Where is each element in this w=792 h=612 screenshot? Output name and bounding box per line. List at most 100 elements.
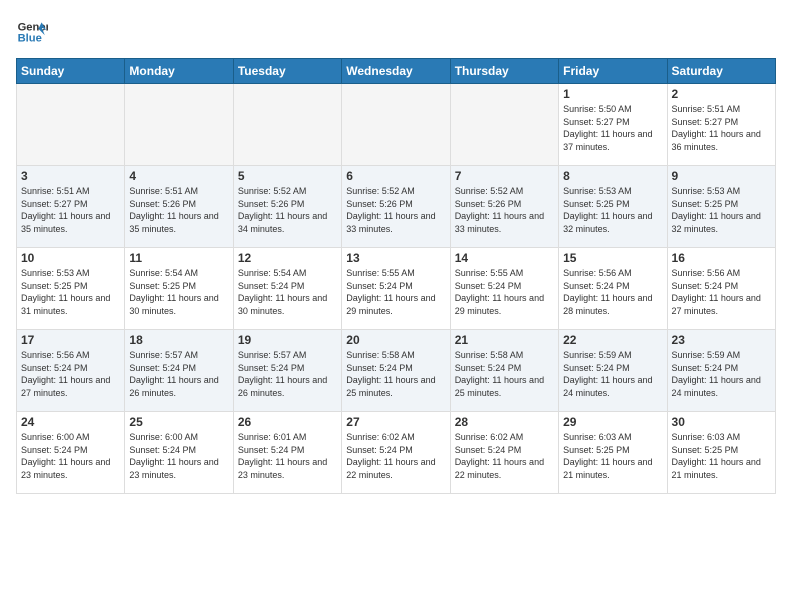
week-row-3: 10 Sunrise: 5:53 AM Sunset: 5:25 PM Dayli…: [17, 248, 776, 330]
calendar-cell: 14 Sunrise: 5:55 AM Sunset: 5:24 PM Dayli…: [450, 248, 558, 330]
day-info: Sunrise: 5:55 AM Sunset: 5:24 PM Dayligh…: [346, 267, 445, 317]
calendar-cell: [450, 84, 558, 166]
day-number: 24: [21, 415, 120, 429]
svg-text:Blue: Blue: [18, 33, 42, 45]
calendar-cell: 13Sunrise: 5:55 AM Sunset: 5:24 PM Dayli…: [342, 248, 450, 330]
day-number: 21: [455, 333, 554, 347]
calendar-cell: 25 Sunrise: 6:00 AM Sunset: 5:24 PM Dayli…: [125, 412, 233, 494]
day-info: Sunrise: 6:03 AM Sunset: 5:25 PM Dayligh…: [672, 431, 771, 481]
day-info: Sunrise: 5:58 AM Sunset: 5:24 PM Dayligh…: [455, 349, 554, 399]
day-info: Sunrise: 5:53 AM Sunset: 5:25 PM Dayligh…: [672, 185, 771, 235]
day-info: Sunrise: 6:02 AM Sunset: 5:24 PM Dayligh…: [455, 431, 554, 481]
weekday-header-row: SundayMondayTuesdayWednesdayThursdayFrid…: [17, 59, 776, 84]
day-info: Sunrise: 5:51 AM Sunset: 5:27 PM Dayligh…: [672, 103, 771, 153]
day-info: Sunrise: 5:57 AM Sunset: 5:24 PM Dayligh…: [238, 349, 337, 399]
calendar-cell: 19Sunrise: 5:57 AM Sunset: 5:24 PM Dayli…: [233, 330, 341, 412]
day-number: 7: [455, 169, 554, 183]
day-info: Sunrise: 5:52 AM Sunset: 5:26 PM Dayligh…: [455, 185, 554, 235]
calendar-cell: 8 Sunrise: 5:53 AM Sunset: 5:25 PM Daylig…: [559, 166, 667, 248]
day-number: 8: [563, 169, 662, 183]
weekday-header-friday: Friday: [559, 59, 667, 84]
calendar-cell: 9 Sunrise: 5:53 AM Sunset: 5:25 PM Daylig…: [667, 166, 775, 248]
calendar-cell: 27 Sunrise: 6:02 AM Sunset: 5:24 PM Dayli…: [342, 412, 450, 494]
week-row-5: 24 Sunrise: 6:00 AM Sunset: 5:24 PM Dayli…: [17, 412, 776, 494]
calendar-cell: 5 Sunrise: 5:52 AM Sunset: 5:26 PM Daylig…: [233, 166, 341, 248]
day-info: Sunrise: 6:00 AM Sunset: 5:24 PM Dayligh…: [21, 431, 120, 481]
day-number: 15: [563, 251, 662, 265]
calendar-cell: 7 Sunrise: 5:52 AM Sunset: 5:26 PM Daylig…: [450, 166, 558, 248]
calendar-cell: 12 Sunrise: 5:54 AM Sunset: 5:24 PM Dayli…: [233, 248, 341, 330]
day-number: 3: [21, 169, 120, 183]
day-info: Sunrise: 6:02 AM Sunset: 5:24 PM Dayligh…: [346, 431, 445, 481]
day-info: Sunrise: 5:57 AM Sunset: 5:24 PM Dayligh…: [129, 349, 228, 399]
day-number: 28: [455, 415, 554, 429]
week-row-4: 17 Sunrise: 5:56 AM Sunset: 5:24 PM Dayli…: [17, 330, 776, 412]
calendar-cell: 23 Sunrise: 5:59 AM Sunset: 5:24 PM Dayli…: [667, 330, 775, 412]
week-row-1: 1Sunrise: 5:50 AM Sunset: 5:27 PM Daylig…: [17, 84, 776, 166]
calendar-cell: 11Sunrise: 5:54 AM Sunset: 5:25 PM Dayli…: [125, 248, 233, 330]
calendar-cell: 20Sunrise: 5:58 AM Sunset: 5:24 PM Dayli…: [342, 330, 450, 412]
day-number: 30: [672, 415, 771, 429]
day-info: Sunrise: 5:52 AM Sunset: 5:26 PM Dayligh…: [346, 185, 445, 235]
calendar-cell: 24 Sunrise: 6:00 AM Sunset: 5:24 PM Dayli…: [17, 412, 125, 494]
day-number: 25: [129, 415, 228, 429]
calendar-cell: 2 Sunrise: 5:51 AM Sunset: 5:27 PM Daylig…: [667, 84, 775, 166]
day-number: 11: [129, 251, 228, 265]
day-number: 23: [672, 333, 771, 347]
day-info: Sunrise: 5:59 AM Sunset: 5:24 PM Dayligh…: [672, 349, 771, 399]
day-number: 29: [563, 415, 662, 429]
day-number: 14: [455, 251, 554, 265]
day-info: Sunrise: 5:50 AM Sunset: 5:27 PM Dayligh…: [563, 103, 662, 153]
weekday-header-saturday: Saturday: [667, 59, 775, 84]
calendar-cell: 1Sunrise: 5:50 AM Sunset: 5:27 PM Daylig…: [559, 84, 667, 166]
day-info: Sunrise: 6:00 AM Sunset: 5:24 PM Dayligh…: [129, 431, 228, 481]
day-info: Sunrise: 5:53 AM Sunset: 5:25 PM Dayligh…: [563, 185, 662, 235]
day-info: Sunrise: 6:01 AM Sunset: 5:24 PM Dayligh…: [238, 431, 337, 481]
week-row-2: 3 Sunrise: 5:51 AM Sunset: 5:27 PM Daylig…: [17, 166, 776, 248]
calendar-cell: 3 Sunrise: 5:51 AM Sunset: 5:27 PM Daylig…: [17, 166, 125, 248]
logo-icon: General Blue: [16, 16, 48, 48]
calendar-cell: 18 Sunrise: 5:57 AM Sunset: 5:24 PM Dayli…: [125, 330, 233, 412]
calendar-cell: 28 Sunrise: 6:02 AM Sunset: 5:24 PM Dayli…: [450, 412, 558, 494]
calendar-cell: 10 Sunrise: 5:53 AM Sunset: 5:25 PM Dayli…: [17, 248, 125, 330]
day-number: 12: [238, 251, 337, 265]
calendar-cell: 30 Sunrise: 6:03 AM Sunset: 5:25 PM Dayli…: [667, 412, 775, 494]
day-number: 6: [346, 169, 445, 183]
day-info: Sunrise: 6:03 AM Sunset: 5:25 PM Dayligh…: [563, 431, 662, 481]
weekday-header-wednesday: Wednesday: [342, 59, 450, 84]
day-info: Sunrise: 5:54 AM Sunset: 5:24 PM Dayligh…: [238, 267, 337, 317]
day-number: 5: [238, 169, 337, 183]
day-number: 2: [672, 87, 771, 101]
calendar-cell: [342, 84, 450, 166]
day-number: 20: [346, 333, 445, 347]
weekday-header-thursday: Thursday: [450, 59, 558, 84]
calendar-cell: 16Sunrise: 5:56 AM Sunset: 5:24 PM Dayli…: [667, 248, 775, 330]
weekday-header-sunday: Sunday: [17, 59, 125, 84]
day-number: 9: [672, 169, 771, 183]
day-number: 22: [563, 333, 662, 347]
day-info: Sunrise: 5:51 AM Sunset: 5:27 PM Dayligh…: [21, 185, 120, 235]
day-info: Sunrise: 5:52 AM Sunset: 5:26 PM Dayligh…: [238, 185, 337, 235]
calendar-table: SundayMondayTuesdayWednesdayThursdayFrid…: [16, 58, 776, 494]
day-number: 27: [346, 415, 445, 429]
day-number: 4: [129, 169, 228, 183]
day-info: Sunrise: 5:53 AM Sunset: 5:25 PM Dayligh…: [21, 267, 120, 317]
calendar-cell: 22 Sunrise: 5:59 AM Sunset: 5:24 PM Dayli…: [559, 330, 667, 412]
day-info: Sunrise: 5:56 AM Sunset: 5:24 PM Dayligh…: [21, 349, 120, 399]
calendar-cell: 29 Sunrise: 6:03 AM Sunset: 5:25 PM Dayli…: [559, 412, 667, 494]
day-info: Sunrise: 5:56 AM Sunset: 5:24 PM Dayligh…: [672, 267, 771, 317]
day-number: 18: [129, 333, 228, 347]
calendar-cell: [17, 84, 125, 166]
calendar-header: General Blue: [16, 16, 776, 48]
day-info: Sunrise: 5:55 AM Sunset: 5:24 PM Dayligh…: [455, 267, 554, 317]
calendar-cell: 17 Sunrise: 5:56 AM Sunset: 5:24 PM Dayli…: [17, 330, 125, 412]
day-info: Sunrise: 5:56 AM Sunset: 5:24 PM Dayligh…: [563, 267, 662, 317]
calendar-cell: 4Sunrise: 5:51 AM Sunset: 5:26 PM Daylig…: [125, 166, 233, 248]
calendar-cell: [233, 84, 341, 166]
day-number: 10: [21, 251, 120, 265]
day-number: 26: [238, 415, 337, 429]
calendar-cell: 26 Sunrise: 6:01 AM Sunset: 5:24 PM Dayli…: [233, 412, 341, 494]
day-number: 17: [21, 333, 120, 347]
day-info: Sunrise: 5:59 AM Sunset: 5:24 PM Dayligh…: [563, 349, 662, 399]
weekday-header-tuesday: Tuesday: [233, 59, 341, 84]
